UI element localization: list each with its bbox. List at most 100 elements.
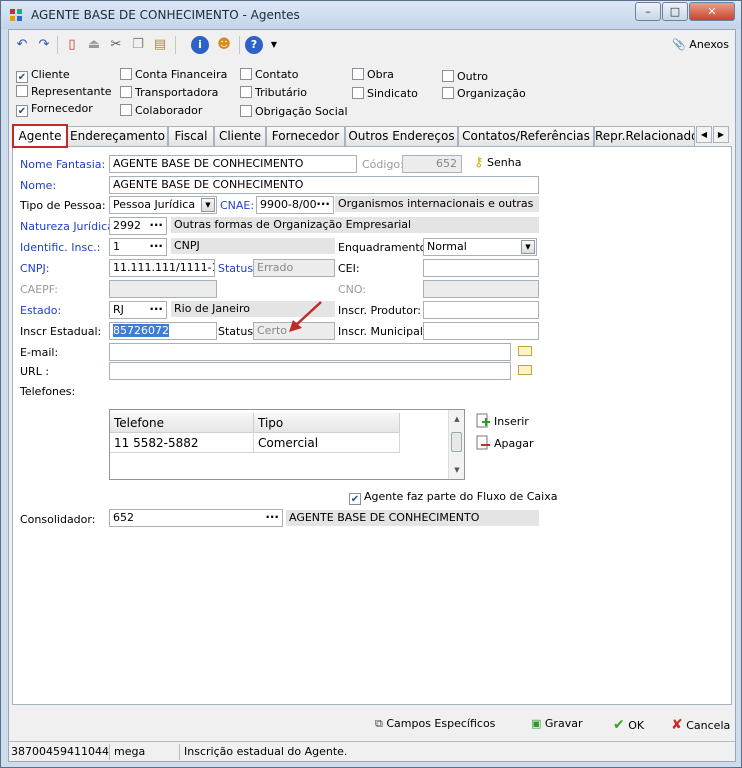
undo-icon[interactable]: ↶ xyxy=(13,36,31,54)
cnpj-field[interactable]: 11.111.111/1111-11 xyxy=(109,259,215,277)
column-header-tipo[interactable]: Tipo xyxy=(254,413,400,433)
inscr-produtor-label: Inscr. Produtor: xyxy=(338,304,421,317)
check-icon: ✔ xyxy=(349,493,361,505)
lookup-icon[interactable]: ··· xyxy=(316,197,330,212)
tab-fiscal[interactable]: Fiscal xyxy=(168,126,214,146)
url-field[interactable] xyxy=(109,362,511,380)
checkbox-sindicato[interactable]: Sindicato xyxy=(352,87,418,100)
anexos-button[interactable]: 📎 Anexos xyxy=(672,38,729,51)
nome-fantasia-field[interactable]: AGENTE BASE DE CONHECIMENTO xyxy=(109,155,357,173)
title-bar: AGENTE BASE DE CONHECIMENTO - Agentes – … xyxy=(1,1,741,29)
consolidador-field[interactable]: 652 ··· xyxy=(109,509,283,527)
column-header-telefone[interactable]: Telefone xyxy=(110,413,254,433)
checkbox-label: Colaborador xyxy=(135,104,203,117)
phone-number-cell[interactable]: 11 5582-5882 xyxy=(110,433,254,453)
help-dropdown-icon[interactable]: ▼ xyxy=(265,36,283,54)
checkbox-contato[interactable]: Contato xyxy=(240,68,298,81)
tab-fornecedor[interactable]: Fornecedor xyxy=(266,126,345,146)
campos-especificos-button[interactable]: ⧉ Campos Específicos xyxy=(375,717,495,731)
checkbox-colaborador[interactable]: Colaborador xyxy=(120,104,202,117)
checkbox-fluxo-caixa[interactable]: ✔ Agente faz parte do Fluxo de Caixa xyxy=(349,490,557,505)
cei-field[interactable] xyxy=(423,259,539,277)
copy-icon[interactable]: ❐ xyxy=(129,36,147,54)
tab-agente[interactable]: Agente xyxy=(12,124,68,148)
lookup-icon[interactable]: ··· xyxy=(149,218,163,233)
checkbox-box xyxy=(352,87,364,99)
identific-insc-field[interactable]: 1 ··· xyxy=(109,238,167,256)
scroll-thumb[interactable] xyxy=(451,432,462,452)
checkbox-label: Conta Financeira xyxy=(135,68,228,81)
checkbox-label: Transportadora xyxy=(135,86,219,99)
grid-scrollbar[interactable]: ▲ ▼ xyxy=(448,410,464,479)
new-document-icon[interactable]: ▯ xyxy=(63,36,81,54)
inscr-municipal-label: Inscr. Municipal: xyxy=(338,325,427,338)
minimize-button[interactable]: – xyxy=(635,2,661,21)
chevron-down-icon[interactable]: ▼ xyxy=(201,198,215,212)
consolidador-description: AGENTE BASE DE CONHECIMENTO xyxy=(286,510,539,526)
tipo-pessoa-select[interactable]: Pessoa Jurídica ▼ xyxy=(109,196,217,214)
scroll-down-icon[interactable]: ▼ xyxy=(450,463,464,477)
cancela-button[interactable]: ✘ Cancela xyxy=(671,717,730,733)
enquadramento-label: Enquadramento: xyxy=(338,241,431,254)
checkbox-representante[interactable]: Representante xyxy=(16,85,112,98)
estado-field[interactable]: RJ ··· xyxy=(109,301,167,319)
apagar-label: Apagar xyxy=(494,437,534,450)
status-user: mega xyxy=(112,744,180,760)
tab-contatos-referencias[interactable]: Contatos/Referências xyxy=(458,126,594,146)
checkbox-conta-financeira[interactable]: Conta Financeira xyxy=(120,68,227,81)
scroll-up-icon[interactable]: ▲ xyxy=(450,412,464,426)
paste-icon[interactable]: ▤ xyxy=(151,36,169,54)
tab-outros-enderecos[interactable]: Outros Endereços xyxy=(345,126,458,146)
inscr-estadual-field[interactable]: 85726072 xyxy=(109,322,217,340)
nome-field[interactable]: AGENTE BASE DE CONHECIMENTO xyxy=(109,176,539,194)
mail-icon[interactable] xyxy=(518,365,532,375)
checkbox-label: Representante xyxy=(31,85,112,98)
checkbox-cliente[interactable]: ✔ Cliente xyxy=(16,68,70,83)
cnae-field[interactable]: 9900-8/00 ··· xyxy=(256,196,334,214)
email-field[interactable] xyxy=(109,343,511,361)
tab-cliente[interactable]: Cliente xyxy=(214,126,266,146)
checkbox-label: Agente faz parte do Fluxo de Caixa xyxy=(364,490,558,503)
caepf-field xyxy=(109,280,217,298)
mail-icon[interactable] xyxy=(518,346,532,356)
lookup-icon[interactable]: ··· xyxy=(265,510,279,525)
checkbox-fornecedor[interactable]: ✔ Fornecedor xyxy=(16,102,93,117)
cnpj-label: CNPJ: xyxy=(20,262,50,275)
checkbox-organizacao[interactable]: Organização xyxy=(442,87,526,100)
tab-scroll-left-icon[interactable]: ◀ xyxy=(696,126,712,143)
phone-type-cell[interactable]: Comercial xyxy=(254,433,400,453)
senha-button[interactable]: ⚷ Senha xyxy=(474,155,521,170)
tab-scroll-right-icon[interactable]: ▶ xyxy=(713,126,729,143)
user-icon[interactable]: ☻ xyxy=(215,36,233,54)
lookup-icon[interactable]: ··· xyxy=(149,302,163,317)
lookup-icon[interactable]: ··· xyxy=(149,239,163,254)
gravar-button[interactable]: ▣ Gravar xyxy=(531,717,582,730)
maximize-button[interactable]: □ xyxy=(662,2,688,21)
help-icon[interactable]: ? xyxy=(245,36,263,54)
info-icon[interactable]: i xyxy=(191,36,209,54)
status-hint: Inscrição estadual do Agente. xyxy=(184,745,348,758)
checkbox-obrigacao-social[interactable]: Obrigação Social xyxy=(240,105,348,118)
redo-icon[interactable]: ↷ xyxy=(35,36,53,54)
tab-repr-relacionado[interactable]: Repr.Relacionado xyxy=(594,126,695,146)
inscr-municipal-field[interactable] xyxy=(423,322,539,340)
close-button[interactable]: ✕ xyxy=(689,2,735,21)
cut-icon[interactable]: ✂ xyxy=(107,36,125,54)
enquadramento-select[interactable]: Normal ▼ xyxy=(423,238,537,256)
eject-icon[interactable]: ⏏ xyxy=(85,36,103,54)
ok-button[interactable]: ✔ OK xyxy=(613,717,644,733)
checkbox-label: Sindicato xyxy=(367,87,418,100)
inserir-button[interactable]: Inserir xyxy=(476,413,529,429)
checkbox-tributario[interactable]: Tributário xyxy=(240,86,307,99)
checkbox-obra[interactable]: Obra xyxy=(352,68,394,81)
consolidador-label: Consolidador: xyxy=(20,513,96,526)
chevron-down-icon[interactable]: ▼ xyxy=(521,240,535,254)
apagar-button[interactable]: Apagar xyxy=(476,435,534,451)
checkbox-transportadora[interactable]: Transportadora xyxy=(120,86,218,99)
checkbox-outro[interactable]: Outro xyxy=(442,70,488,83)
tab-enderecamento[interactable]: Endereçamento xyxy=(67,126,168,146)
checkbox-label: Obra xyxy=(367,68,394,81)
natureza-juridica-field[interactable]: 2992 ··· xyxy=(109,217,167,235)
caepf-label: CAEPF: xyxy=(20,283,58,296)
inscr-produtor-field[interactable] xyxy=(423,301,539,319)
